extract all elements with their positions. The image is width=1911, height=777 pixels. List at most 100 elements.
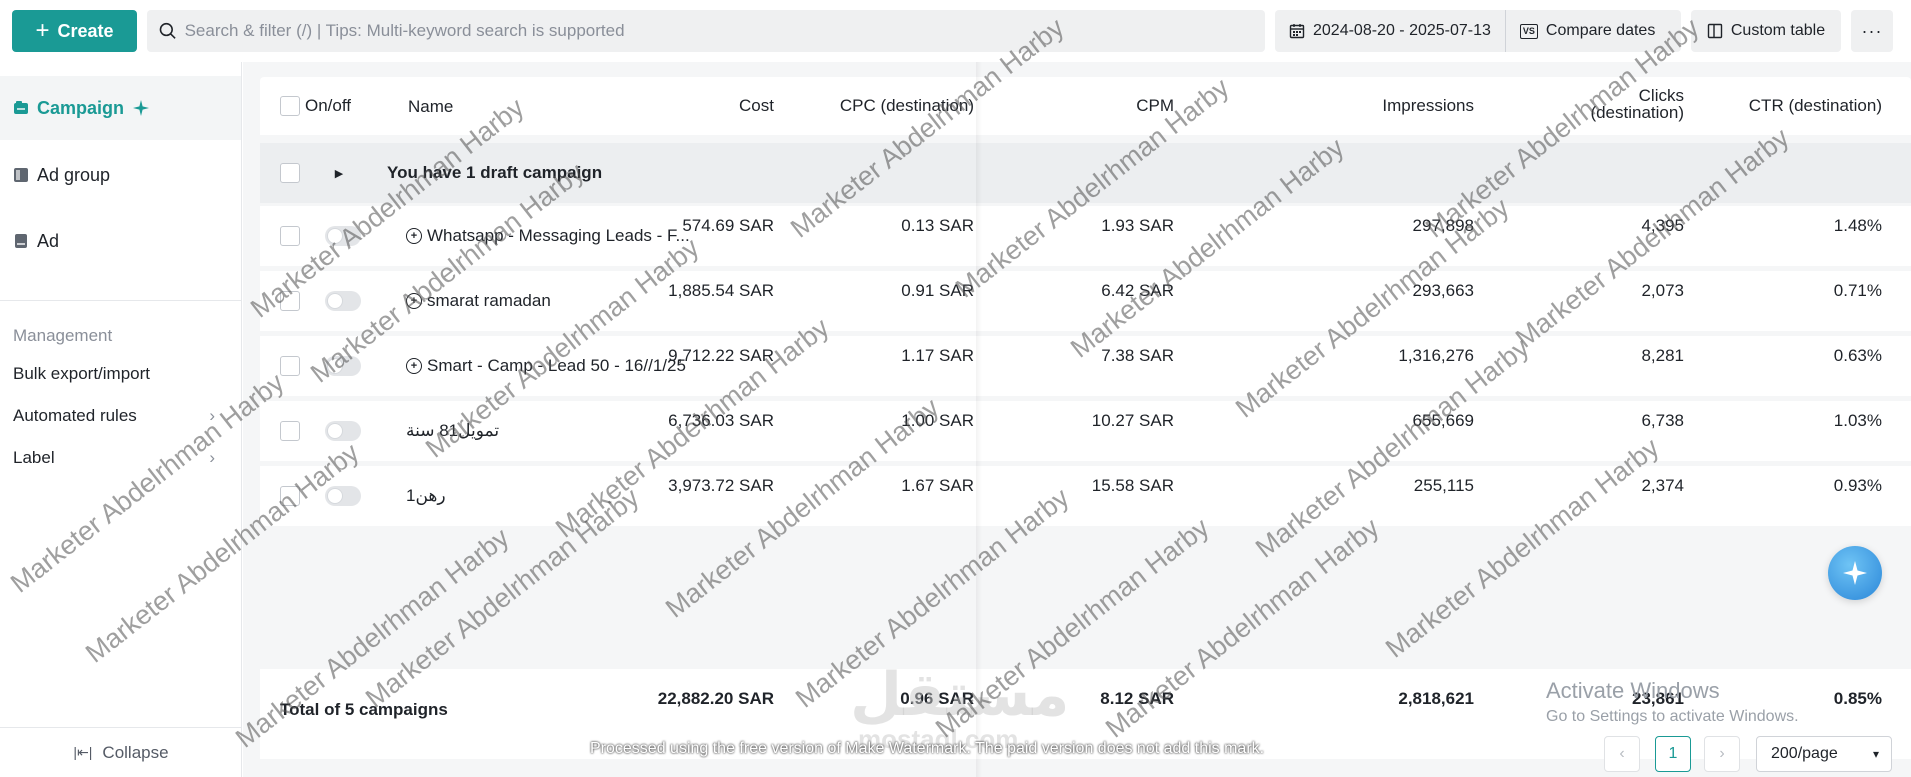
ctr-value: 1.03%: [1833, 411, 1882, 430]
cpm-value: 7.38 SAR: [1101, 346, 1174, 365]
date-picker: 2024-08-20 - 2025-07-13 VS Compare dates: [1275, 10, 1681, 52]
cpc-value: 1.00 SAR: [901, 411, 974, 430]
campaign-name[interactable]: Whatsapp - Messaging Leads - F...: [427, 226, 690, 246]
row-checkbox[interactable]: [280, 356, 300, 376]
status-toggle[interactable]: [325, 356, 361, 376]
collapse-label: Collapse: [102, 742, 169, 762]
status-toggle[interactable]: [325, 486, 361, 506]
table-row[interactable]: تمويل81 سنة 6,736.03 SAR 1.00 SAR 10.27 SAR…: [260, 401, 1911, 461]
sidebar-link-bulk-export[interactable]: Bulk export/import: [0, 353, 241, 395]
col-cost[interactable]: Cost: [739, 96, 774, 116]
col-name[interactable]: Name: [408, 97, 453, 117]
status-toggle[interactable]: [325, 226, 361, 246]
sidebar-item-ad[interactable]: Ad: [0, 210, 241, 272]
custom-table-button[interactable]: Custom table: [1691, 10, 1841, 52]
campaign-name[interactable]: تمويل81 سنة: [406, 421, 499, 441]
campaign-name[interactable]: رهن1: [406, 486, 446, 506]
status-toggle[interactable]: [325, 291, 361, 311]
col-onoff: On/off: [305, 96, 351, 115]
expand-button[interactable]: ▶: [325, 159, 353, 187]
chevron-left-icon: ‹: [1619, 745, 1625, 762]
activate-title: Activate Windows: [1546, 678, 1720, 703]
sidebar-item-label: Ad group: [37, 164, 111, 185]
sparkle-icon: [133, 100, 150, 116]
clicks-value: 2,374: [1641, 476, 1684, 495]
page-size-select[interactable]: 200/page ▾: [1756, 736, 1892, 772]
cpm-value: 6.42 SAR: [1101, 281, 1174, 300]
ctr-value: 0.63%: [1833, 346, 1882, 365]
table-row[interactable]: + Whatsapp - Messaging Leads - F... 574.69…: [260, 206, 1911, 266]
campaign-type-icon: +: [406, 228, 422, 244]
total-cost: 22,882.20 SAR: [657, 689, 774, 708]
clicks-value: 8,281: [1641, 346, 1684, 365]
date-range-button[interactable]: 2024-08-20 - 2025-07-13: [1275, 10, 1506, 52]
sidebar-item-label: Campaign: [37, 97, 125, 118]
calendar-icon: [1289, 24, 1305, 39]
page-number: 1: [1668, 745, 1678, 762]
row-checkbox[interactable]: [280, 226, 300, 246]
more-options-button[interactable]: ···: [1851, 10, 1893, 52]
cpc-value: 0.91 SAR: [901, 281, 974, 300]
sparkle-icon: [1843, 561, 1867, 585]
row-checkbox[interactable]: [280, 163, 300, 183]
chevron-right-icon: ›: [1719, 745, 1725, 762]
sidebar-link-automated-rules[interactable]: Automated rules ›: [0, 395, 241, 437]
col-ctr[interactable]: CTR (destination): [1749, 96, 1882, 116]
col-impressions[interactable]: Impressions: [1382, 96, 1474, 116]
clicks-value: 4,395: [1641, 216, 1684, 235]
assistant-button[interactable]: [1828, 546, 1882, 600]
table-row[interactable]: + Smart - Camp - Lead 50 - 16//1/25 9,712.…: [260, 336, 1911, 396]
row-checkbox[interactable]: [280, 421, 300, 441]
cost-value: 3,973.72 SAR: [668, 476, 774, 495]
search-input[interactable]: [184, 21, 1265, 41]
table-row[interactable]: رهن1 3,973.72 SAR 1.67 SAR 15.58 SAR 255,115…: [260, 466, 1911, 526]
create-label: Create: [57, 20, 114, 41]
cpc-value: 1.67 SAR: [901, 476, 974, 495]
caret-right-icon: ▶: [334, 167, 344, 180]
compare-dates-button[interactable]: VS Compare dates: [1506, 10, 1669, 52]
row-checkbox[interactable]: [280, 486, 300, 506]
activate-windows-notice: Activate Windows Go to Settings to activ…: [1546, 678, 1799, 726]
search-icon: [159, 22, 176, 39]
next-page-button[interactable]: ›: [1704, 736, 1740, 772]
draft-label: You have 1 draft campaign: [387, 163, 603, 182]
col-cpc[interactable]: CPC (destination): [840, 96, 974, 116]
columns-icon: [1707, 23, 1723, 39]
cost-value: 574.69 SAR: [682, 216, 774, 235]
sidebar-item-ad-group[interactable]: Ad group: [0, 144, 241, 206]
sidebar-link-label: Label: [13, 448, 55, 467]
main-content: On/off Name Cost CPC (destination) CPM I…: [243, 62, 1911, 777]
cost-value: 6,736.03 SAR: [668, 411, 774, 430]
row-checkbox[interactable]: [280, 291, 300, 311]
sidebar: Campaign Ad group Ad Management Bulk exp…: [0, 62, 242, 777]
processed-notice: Processed using the free version of Make…: [590, 740, 1265, 757]
cost-value: 9,712.22 SAR: [668, 346, 774, 365]
prev-page-button[interactable]: ‹: [1604, 736, 1640, 772]
sidebar-link-label: Bulk export/import: [13, 364, 150, 383]
ad-group-icon: [14, 168, 28, 182]
total-label: Total of 5 campaigns: [280, 700, 448, 719]
select-all-checkbox[interactable]: [280, 96, 300, 116]
table-row[interactable]: + smarat ramadan 1,885.54 SAR 0.91 SAR 6.42 …: [260, 271, 1911, 331]
page-1-button[interactable]: 1: [1655, 736, 1691, 772]
sidebar-link-label[interactable]: Label ›: [0, 437, 241, 479]
collapse-button[interactable]: |⇤| Collapse: [0, 727, 242, 777]
mostaql-watermark: مستقل: [850, 661, 1070, 728]
create-button[interactable]: + Create: [12, 10, 137, 52]
management-heading: Management: [13, 326, 113, 345]
campaign-icon: [14, 101, 28, 114]
search-box[interactable]: [147, 10, 1265, 52]
status-toggle[interactable]: [325, 421, 361, 441]
col-cpm[interactable]: CPM: [1136, 96, 1174, 116]
table-header: On/off Name Cost CPC (destination) CPM I…: [260, 77, 1911, 135]
impressions-value: 655,669: [1412, 411, 1474, 430]
cost-value: 1,885.54 SAR: [668, 281, 774, 300]
campaign-name[interactable]: smarat ramadan: [427, 291, 551, 311]
campaign-name[interactable]: Smart - Camp - Lead 50 - 16//1/25: [427, 356, 686, 376]
toolbar: + Create 2024-08-20 - 2025-07-13 VS Comp…: [0, 0, 1911, 62]
col-clicks[interactable]: Clicks (destination): [1590, 87, 1684, 121]
sidebar-item-campaign[interactable]: Campaign: [0, 76, 241, 140]
col-clicks-line1: Clicks: [1638, 86, 1684, 105]
custom-table-label: Custom table: [1730, 22, 1826, 39]
cpm-value: 1.93 SAR: [1101, 216, 1174, 235]
